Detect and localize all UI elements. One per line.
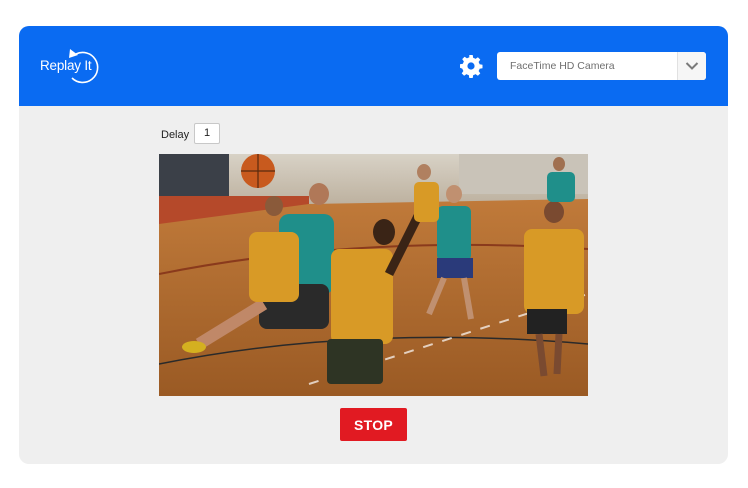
chevron-down-icon xyxy=(685,62,699,70)
camera-select[interactable]: FaceTime HD Camera xyxy=(497,52,706,80)
settings-button[interactable] xyxy=(459,54,483,78)
video-feed xyxy=(159,154,588,396)
logo-text: Replay It xyxy=(40,58,92,73)
app-window: Replay It FaceTime HD Camera Delay 1 STO… xyxy=(19,26,728,464)
stop-button[interactable]: STOP xyxy=(340,408,407,441)
gear-icon xyxy=(460,55,483,78)
delay-label: Delay xyxy=(161,129,190,141)
camera-feed-image xyxy=(159,154,588,396)
camera-select-value: FaceTime HD Camera xyxy=(510,60,615,72)
delay-input[interactable]: 1 xyxy=(194,123,220,144)
camera-select-arrow[interactable] xyxy=(677,52,706,80)
header-bar: Replay It FaceTime HD Camera xyxy=(19,26,728,106)
logo: Replay It xyxy=(40,48,102,84)
